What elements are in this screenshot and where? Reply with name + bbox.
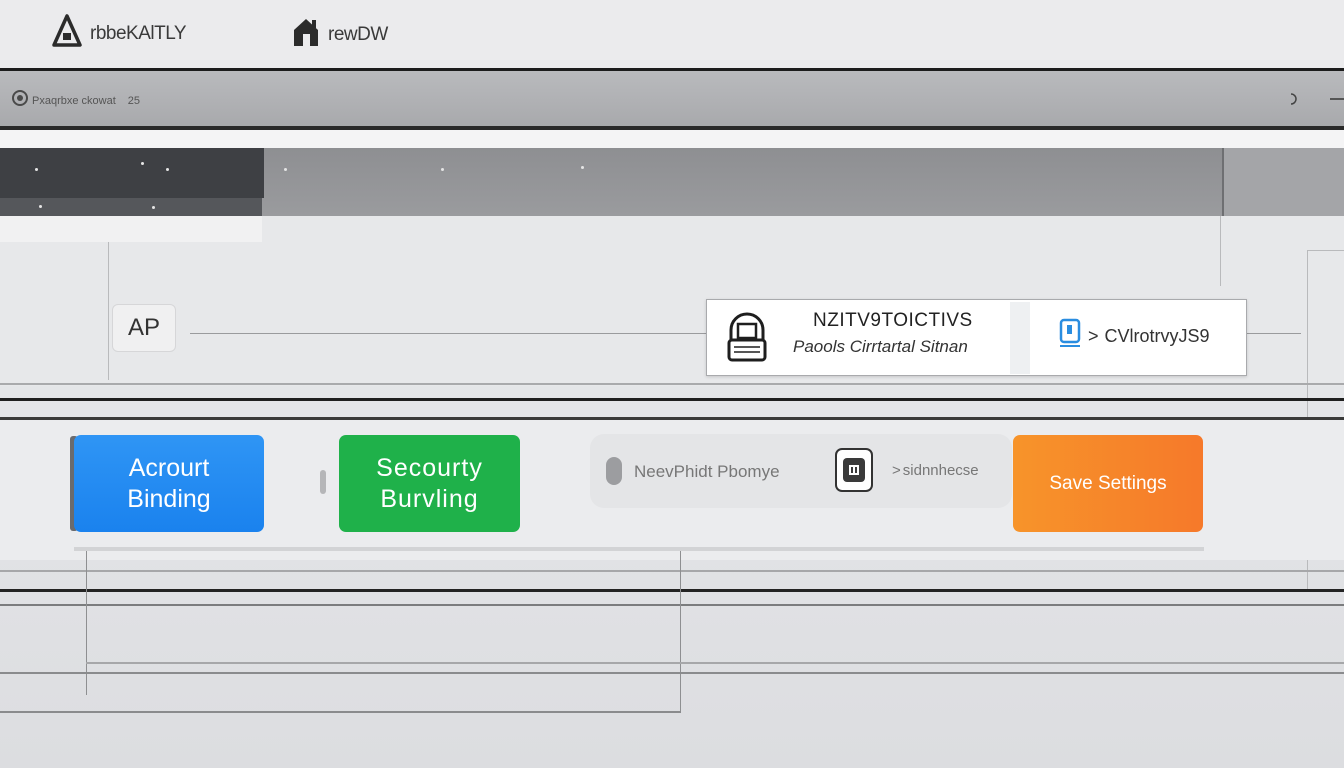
globe-icon (12, 90, 28, 111)
toolbar-dot (141, 162, 144, 165)
toolbar-dot (441, 168, 444, 171)
divider (86, 662, 1344, 664)
privacy-toggle[interactable] (606, 457, 622, 485)
privacy-label: NeevPhidt Pbomye (634, 462, 780, 481)
printer-icon (726, 310, 768, 369)
button-edge (320, 470, 326, 494)
home-icon (292, 16, 320, 53)
address-bar[interactable] (0, 71, 1344, 127)
card-separator (1010, 302, 1030, 374)
app-brand[interactable]: rbbeKAlTLY (52, 14, 187, 53)
sidebar-link-label: sidnnhecse (902, 462, 979, 479)
divider (0, 383, 1344, 385)
toolbar-dot (581, 166, 584, 169)
title-bar (0, 0, 1344, 68)
security-binding-label-line2: Burvling (380, 484, 479, 513)
guide-line (108, 242, 109, 380)
divider (0, 570, 1344, 572)
guide-line (1220, 216, 1221, 286)
menu-icon[interactable] (1330, 98, 1344, 100)
toolbar-dot (39, 205, 42, 208)
guide-line (1307, 250, 1344, 251)
device-description: Paools Cirrtartal Sitnan (793, 337, 968, 356)
toolbar-dot (35, 168, 38, 171)
save-settings-button[interactable]: Save Settings (1013, 435, 1203, 532)
device-details-link[interactable]: > CVlrotrvyJS9 (1058, 317, 1210, 356)
toolbar-active-section[interactable] (0, 148, 264, 198)
save-settings-label: Save Settings (1049, 473, 1167, 494)
divider (0, 711, 681, 713)
toolbar-dot (284, 168, 287, 171)
reload-icon[interactable] (1288, 92, 1300, 111)
toolbar-right-section[interactable] (1222, 148, 1344, 216)
security-binding-button[interactable]: Secourty Burvling (339, 435, 520, 532)
sidebar-link-arrow: > (892, 462, 901, 479)
address-bar-shadow (0, 130, 1344, 148)
secondary-nav[interactable]: rewDW (292, 16, 388, 53)
address-field[interactable]: Pxaqrbxe ckowat 25 (12, 90, 140, 111)
document-icon (1058, 317, 1082, 356)
toolbar-dot (166, 168, 169, 171)
toolbar-dot (152, 206, 155, 209)
account-binding-label-line2: Binding (127, 484, 211, 513)
device-details-label: CVlrotrvyJS9 (1104, 326, 1210, 346)
sim-card-icon[interactable] (835, 448, 873, 492)
connector-line (1247, 333, 1301, 334)
guide-line (680, 551, 681, 713)
connector-line (190, 333, 706, 334)
divider (0, 398, 1344, 401)
address-badge: 25 (127, 94, 141, 107)
security-binding-label-line1: Secourty (376, 453, 483, 482)
app-name: rbbeKAlTLY (90, 22, 187, 44)
ap-badge[interactable]: AP (112, 304, 176, 352)
panel-header-shadow (0, 216, 262, 242)
warning-triangle-icon (52, 14, 82, 53)
account-binding-button[interactable]: Acrourt Binding (74, 435, 264, 532)
sidebar-link[interactable]: > sidnnhecse (892, 462, 979, 479)
device-name: NZITV9TOICTIVS (813, 310, 973, 331)
address-text: Pxaqrbxe ckowat (32, 94, 116, 107)
divider (0, 672, 1344, 674)
divider (0, 589, 1344, 592)
action-row-shadow (74, 547, 1204, 551)
secondary-nav-label: rewDW (328, 23, 388, 45)
account-binding-label-line1: Acrourt (128, 453, 210, 482)
divider (0, 604, 1344, 606)
link-arrow: > (1088, 326, 1099, 346)
